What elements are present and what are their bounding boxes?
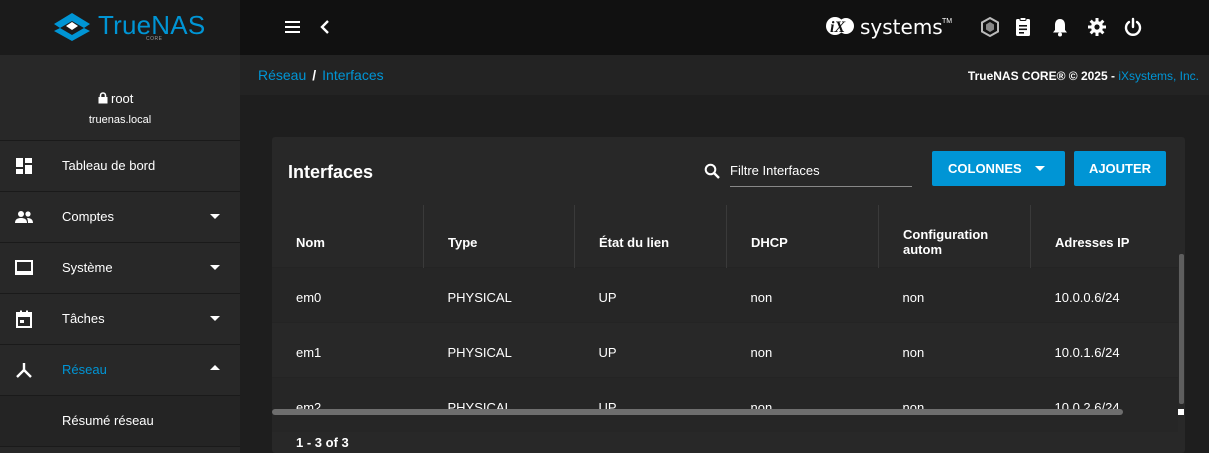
copyright-link[interactable]: iXsystems, Inc. — [1118, 69, 1199, 83]
hamburger-icon[interactable] — [282, 16, 304, 38]
truecommand-icon[interactable] — [979, 16, 1001, 38]
add-button[interactable]: AJOUTER — [1074, 151, 1166, 186]
vendor-trademark: TM — [942, 18, 953, 25]
column-header[interactable]: Configuration autom — [878, 205, 1031, 268]
table-cell: non — [902, 399, 925, 415]
card-title: Interfaces — [288, 162, 374, 182]
sidebar-item-label: Tâches — [62, 311, 105, 326]
columns-button-label: COLONNES — [948, 161, 1022, 176]
sidebar-subitem-label: Résumé réseau — [62, 413, 154, 428]
top-bar: TrueNAS CORE iX systems TM — [0, 0, 1209, 55]
gear-icon[interactable] — [1086, 16, 1108, 38]
user-name: root — [111, 91, 134, 106]
columns-button[interactable]: COLONNES — [932, 151, 1065, 186]
chevron-left-icon[interactable] — [315, 16, 337, 38]
table-cell: PHYSICAL — [447, 289, 512, 305]
lock-icon — [98, 92, 108, 104]
table-cell: 10.0.0.6/24 — [1054, 289, 1120, 305]
ix-mark-text: iX — [830, 19, 845, 36]
clipboard-icon[interactable] — [1012, 16, 1034, 38]
table-cell: UP — [598, 399, 617, 415]
sidebar-item-system[interactable]: Système — [0, 243, 240, 294]
power-icon[interactable] — [1122, 16, 1144, 38]
sidebar: root truenas.local Tableau de bord Compt… — [0, 55, 240, 453]
brand-edition: CORE — [146, 36, 163, 42]
table-cell: PHYSICAL — [447, 399, 512, 415]
search-input[interactable] — [730, 158, 912, 187]
breadcrumb-current-link[interactable]: Interfaces — [322, 67, 383, 83]
vendor-name: systems — [860, 15, 943, 39]
breadcrumb-parent-link[interactable]: Réseau — [258, 67, 306, 83]
table-cell: UP — [598, 289, 617, 305]
sidebar-item-label: Tableau de bord — [62, 158, 156, 173]
sidebar-item-network[interactable]: Réseau — [0, 345, 240, 396]
interfaces-table: Nom Type État du lien DHCP Configuration… — [272, 205, 1178, 432]
chevron-down-icon — [210, 214, 220, 219]
table-cell: PHYSICAL — [447, 344, 512, 360]
table-cell: non — [902, 289, 925, 305]
calendar-icon — [16, 310, 32, 328]
user-host: truenas.local — [88, 114, 152, 126]
column-header[interactable]: Nom — [272, 205, 424, 268]
dashboard-icon — [16, 158, 32, 174]
ix-logo-icon: iX — [826, 17, 854, 36]
copyright: TrueNAS CORE® © 2025 - iXsystems, Inc. — [968, 69, 1199, 83]
table-cell: non — [902, 344, 925, 360]
sidebar-item-dashboard[interactable]: Tableau de bord — [0, 141, 240, 192]
horizontal-scrollbar[interactable] — [272, 409, 1123, 415]
table-cell: em1 — [296, 344, 322, 360]
table-row[interactable]: em0 PHYSICAL UP non non 10.0.0.6/24 — [272, 267, 1178, 323]
scrollbar-corner — [1178, 409, 1184, 415]
bell-icon[interactable] — [1049, 16, 1071, 38]
network-icon — [16, 363, 32, 378]
brand-logo[interactable]: TrueNAS CORE — [0, 0, 240, 55]
sidebar-item-accounts[interactable]: Comptes — [0, 192, 240, 243]
table-cell: non — [750, 399, 773, 415]
chevron-up-icon — [210, 365, 220, 370]
sidebar-item-label: Réseau — [62, 362, 107, 377]
table-header-row: Nom Type État du lien DHCP Configuration… — [272, 205, 1178, 268]
column-header[interactable]: Adresses IP — [1031, 205, 1179, 268]
breadcrumb: Réseau / Interfaces — [258, 67, 384, 83]
table-cell: 10.0.1.6/24 — [1054, 344, 1120, 360]
breadcrumb-separator: / — [312, 67, 317, 83]
sidebar-item-label: Comptes — [62, 209, 115, 224]
chevron-down-icon — [210, 265, 220, 270]
vertical-scrollbar[interactable] — [1179, 254, 1184, 404]
copyright-text: TrueNAS CORE® © 2025 - — [967, 69, 1119, 83]
chevron-down-icon — [210, 316, 220, 321]
breadcrumb-bar: Réseau / Interfaces TrueNAS CORE® © 2025 -… — [240, 55, 1209, 95]
column-header[interactable]: DHCP — [726, 205, 879, 268]
table-cell: non — [750, 344, 773, 360]
sidebar-subitem-network-summary[interactable]: Résumé réseau — [0, 396, 240, 447]
table-cell: non — [750, 289, 773, 305]
truenas-logo-icon — [54, 13, 90, 41]
accounts-icon — [15, 211, 33, 223]
sidebar-item-label: Système — [62, 260, 113, 275]
monitor-icon — [15, 260, 33, 275]
table-cell: 10.0.2.6/24 — [1054, 399, 1120, 415]
table-cell: UP — [598, 344, 617, 360]
caret-down-icon — [1035, 166, 1045, 171]
table-row[interactable]: em1 PHYSICAL UP non non 10.0.1.6/24 — [272, 322, 1178, 378]
sidebar-item-tasks[interactable]: Tâches — [0, 294, 240, 345]
column-header[interactable]: Type — [423, 205, 575, 268]
pagination-info: 1 - 3 of 3 — [296, 435, 349, 450]
table-cell: em2 — [296, 399, 322, 415]
search-icon — [704, 163, 720, 179]
table-row[interactable]: em2 PHYSICAL UP non non 10.0.2.6/24 — [272, 377, 1178, 432]
table-cell: em0 — [296, 289, 322, 305]
interfaces-card: Interfaces COLONNES AJOUTER Nom Type Éta… — [272, 137, 1185, 453]
column-header[interactable]: État du lien — [574, 205, 727, 268]
user-panel: root truenas.local — [0, 55, 240, 141]
